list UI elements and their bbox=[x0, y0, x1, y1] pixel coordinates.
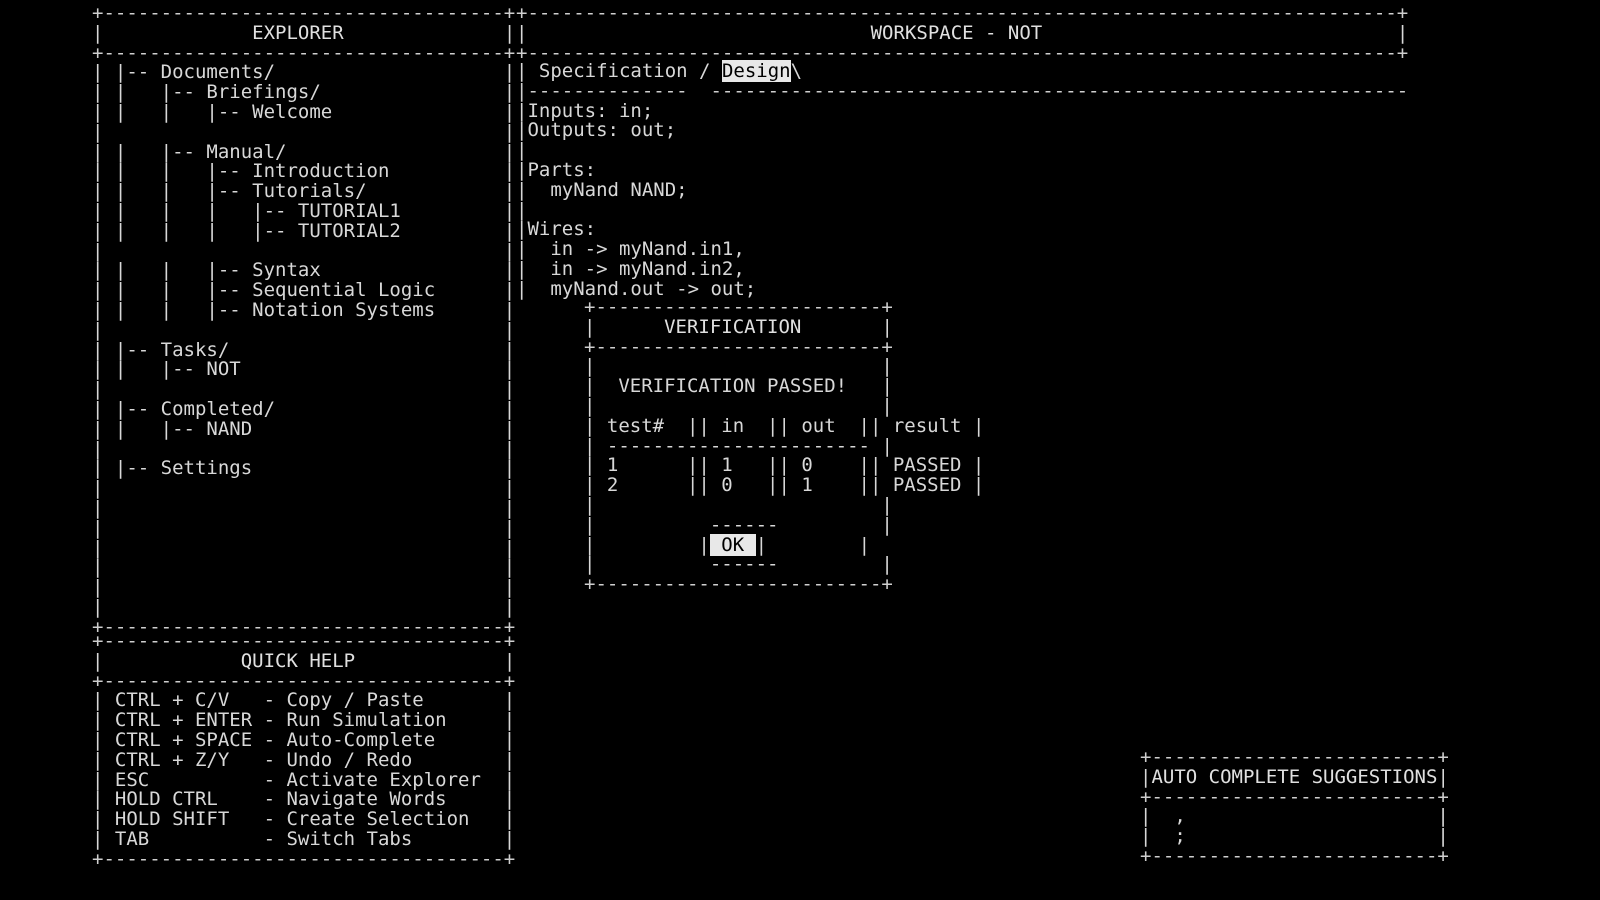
tab-design[interactable]: Design bbox=[721, 60, 791, 82]
verify-table-rule-text: ----------------------- bbox=[595, 434, 882, 457]
verify-table-header-text: test# || in || out || result bbox=[595, 414, 973, 437]
tab-specification[interactable]: Specification bbox=[539, 60, 688, 82]
workspace-title-row: | WORKSPACE - NOT | bbox=[516, 21, 1409, 44]
quick-help-panel: +-----------------------------------+ | … bbox=[92, 631, 516, 870]
workspace-panel: +---------------------------------------… bbox=[516, 3, 1409, 63]
ok-button[interactable]: OK bbox=[709, 533, 756, 556]
workspace-title: WORKSPACE - NOT bbox=[527, 21, 1397, 44]
ok-button-left-pipe: | bbox=[698, 533, 710, 556]
verify-status-row: | VERIFICATION PASSED! | bbox=[584, 375, 893, 398]
autocomplete-bottom-border: +-------------------------+ bbox=[1140, 844, 1449, 867]
explorer-panel: +-----------------------------------+ | … bbox=[92, 3, 516, 638]
autocomplete-suggestion-list[interactable]: | , | | ; | bbox=[1140, 807, 1449, 847]
verify-dialog-title: VERIFICATION bbox=[595, 315, 882, 338]
explorer-tree[interactable]: | |-- Documents/ | | | |-- Briefings/ | … bbox=[92, 62, 515, 617]
autocomplete-panel: +-------------------------+ |AUTO COMPLE… bbox=[1140, 747, 1449, 867]
explorer-tree-lines[interactable]: | |-- Documents/ | | | |-- Briefings/ | … bbox=[92, 62, 515, 617]
quick-help-bottom-border: +-----------------------------------+ bbox=[92, 847, 516, 870]
workspace-body: | Specification / Design\ |-------------… bbox=[516, 60, 1409, 300]
workspace-tab-underline: |-------------- ------------------------… bbox=[516, 79, 1409, 102]
explorer-title-row: | EXPLORER | bbox=[92, 21, 516, 44]
verification-dialog: +-------------------------+ | VERIFICATI… bbox=[584, 297, 985, 596]
autocomplete-title-row: |AUTO COMPLETE SUGGESTIONS| bbox=[1140, 765, 1449, 788]
quick-help-title: QUICK HELP bbox=[103, 649, 504, 672]
verify-dialog-title-row: | VERIFICATION | bbox=[584, 315, 893, 338]
left-edge-pipe: | bbox=[516, 60, 539, 82]
workspace-tab-bar: | Specification / Design\ bbox=[516, 60, 1408, 82]
autocomplete-title: AUTO COMPLETE SUGGESTIONS bbox=[1151, 765, 1438, 788]
verify-status-text: VERIFICATION PASSED! bbox=[595, 375, 882, 398]
ok-button-top-border: | ------ | bbox=[584, 513, 893, 536]
terminal-screen: +-----------------------------------+ | … bbox=[0, 0, 1600, 900]
explorer-title: EXPLORER bbox=[103, 21, 504, 44]
verify-dialog-bottom-border: +-------------------------+ bbox=[584, 573, 893, 596]
verify-table-rows: | 1 || 1 || 0 || PASSED | | 2 || 0 || 1 … bbox=[584, 454, 985, 497]
ok-button-right-pipe: | bbox=[755, 533, 768, 556]
quick-help-shortcut-list: | CTRL + C/V - Copy / Paste | | CTRL + E… bbox=[92, 689, 516, 850]
tab-trailing-slash: \ bbox=[790, 60, 803, 82]
quick-help-title-row: | QUICK HELP | bbox=[92, 649, 516, 672]
tab-separator: / bbox=[687, 60, 722, 82]
verify-dialog-spacer-3: | | bbox=[584, 493, 893, 516]
hdl-code-editor[interactable]: |Inputs: in; |Outputs: out; | |Parts: | … bbox=[516, 101, 1408, 300]
